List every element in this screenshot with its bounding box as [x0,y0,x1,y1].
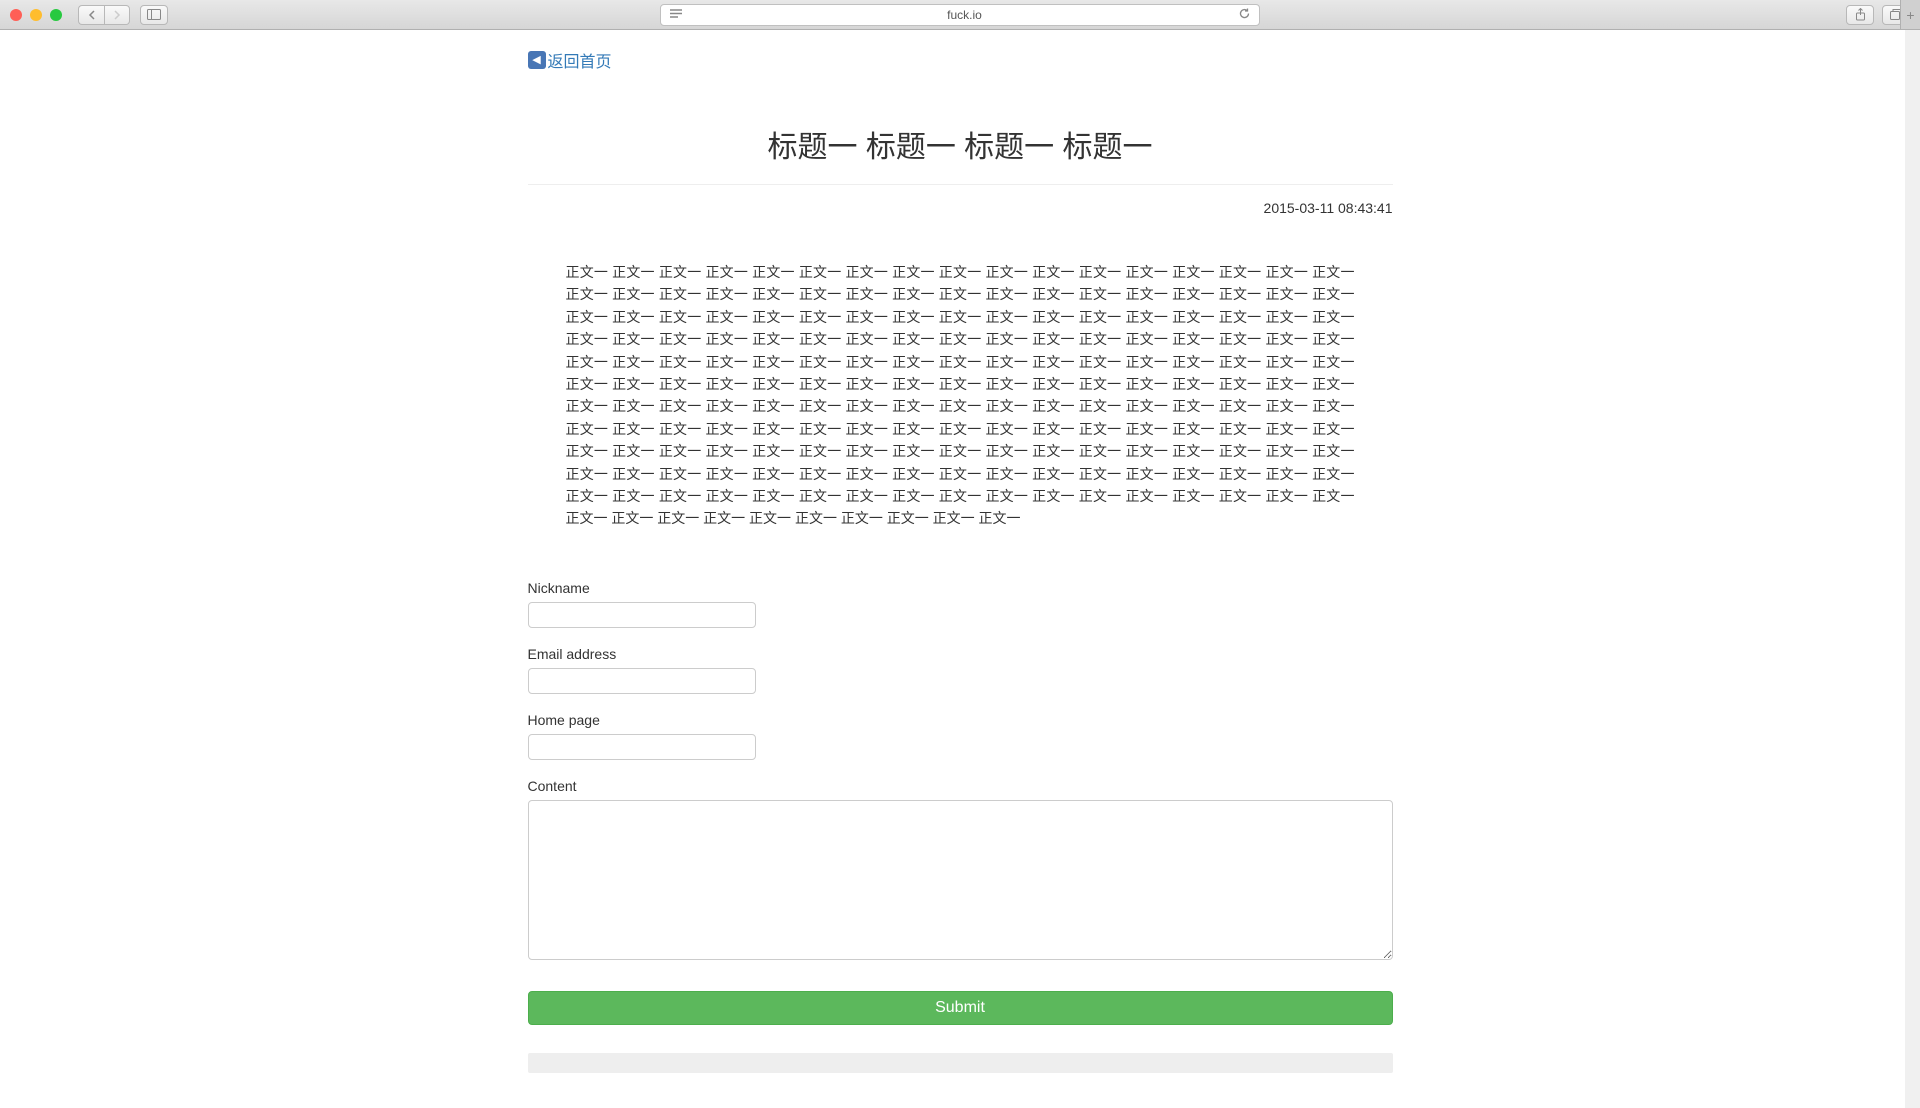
divider [528,184,1393,185]
back-arrow-icon: ◀ [528,51,546,69]
email-label: Email address [528,646,1393,662]
page-content: ◀ 返回首页 标题一 标题一 标题一 标题一 2015-03-11 08:43:… [528,30,1393,1091]
back-button[interactable] [78,5,104,25]
reader-mode-icon[interactable] [669,7,683,23]
sidebar-toggle-button[interactable] [140,5,168,25]
comment-form: Nickname Email address Home page Content… [528,580,1393,1025]
form-group-homepage: Home page [528,712,1393,760]
maximize-window-button[interactable] [50,9,62,21]
nickname-label: Nickname [528,580,1393,596]
share-button[interactable] [1846,5,1874,25]
content-label: Content [528,778,1393,794]
url-text: fuck.io [691,8,1238,22]
form-group-content: Content [528,778,1393,963]
homepage-label: Home page [528,712,1393,728]
nickname-input[interactable] [528,602,756,628]
address-bar[interactable]: fuck.io [660,4,1260,26]
content-textarea[interactable] [528,800,1393,960]
forward-button[interactable] [104,5,130,25]
article-body: 正文一 正文一 正文一 正文一 正文一 正文一 正文一 正文一 正文一 正文一 … [528,261,1393,530]
homepage-input[interactable] [528,734,756,760]
nav-buttons [78,5,130,25]
browser-toolbar: fuck.io + [0,0,1920,30]
article-timestamp: 2015-03-11 08:43:41 [528,200,1393,216]
form-group-nickname: Nickname [528,580,1393,628]
window-controls [10,9,62,21]
back-home-link[interactable]: ◀ 返回首页 [528,48,612,72]
email-input[interactable] [528,668,756,694]
back-link-text: 返回首页 [548,48,612,72]
minimize-window-button[interactable] [30,9,42,21]
close-window-button[interactable] [10,9,22,21]
form-group-email: Email address [528,646,1393,694]
new-tab-button[interactable]: + [1900,0,1920,29]
reload-icon[interactable] [1238,7,1251,23]
scrollbar[interactable] [1905,30,1920,1108]
article-title: 标题一 标题一 标题一 标题一 [528,122,1393,166]
footer-bar [528,1053,1393,1073]
submit-button[interactable]: Submit [528,991,1393,1025]
